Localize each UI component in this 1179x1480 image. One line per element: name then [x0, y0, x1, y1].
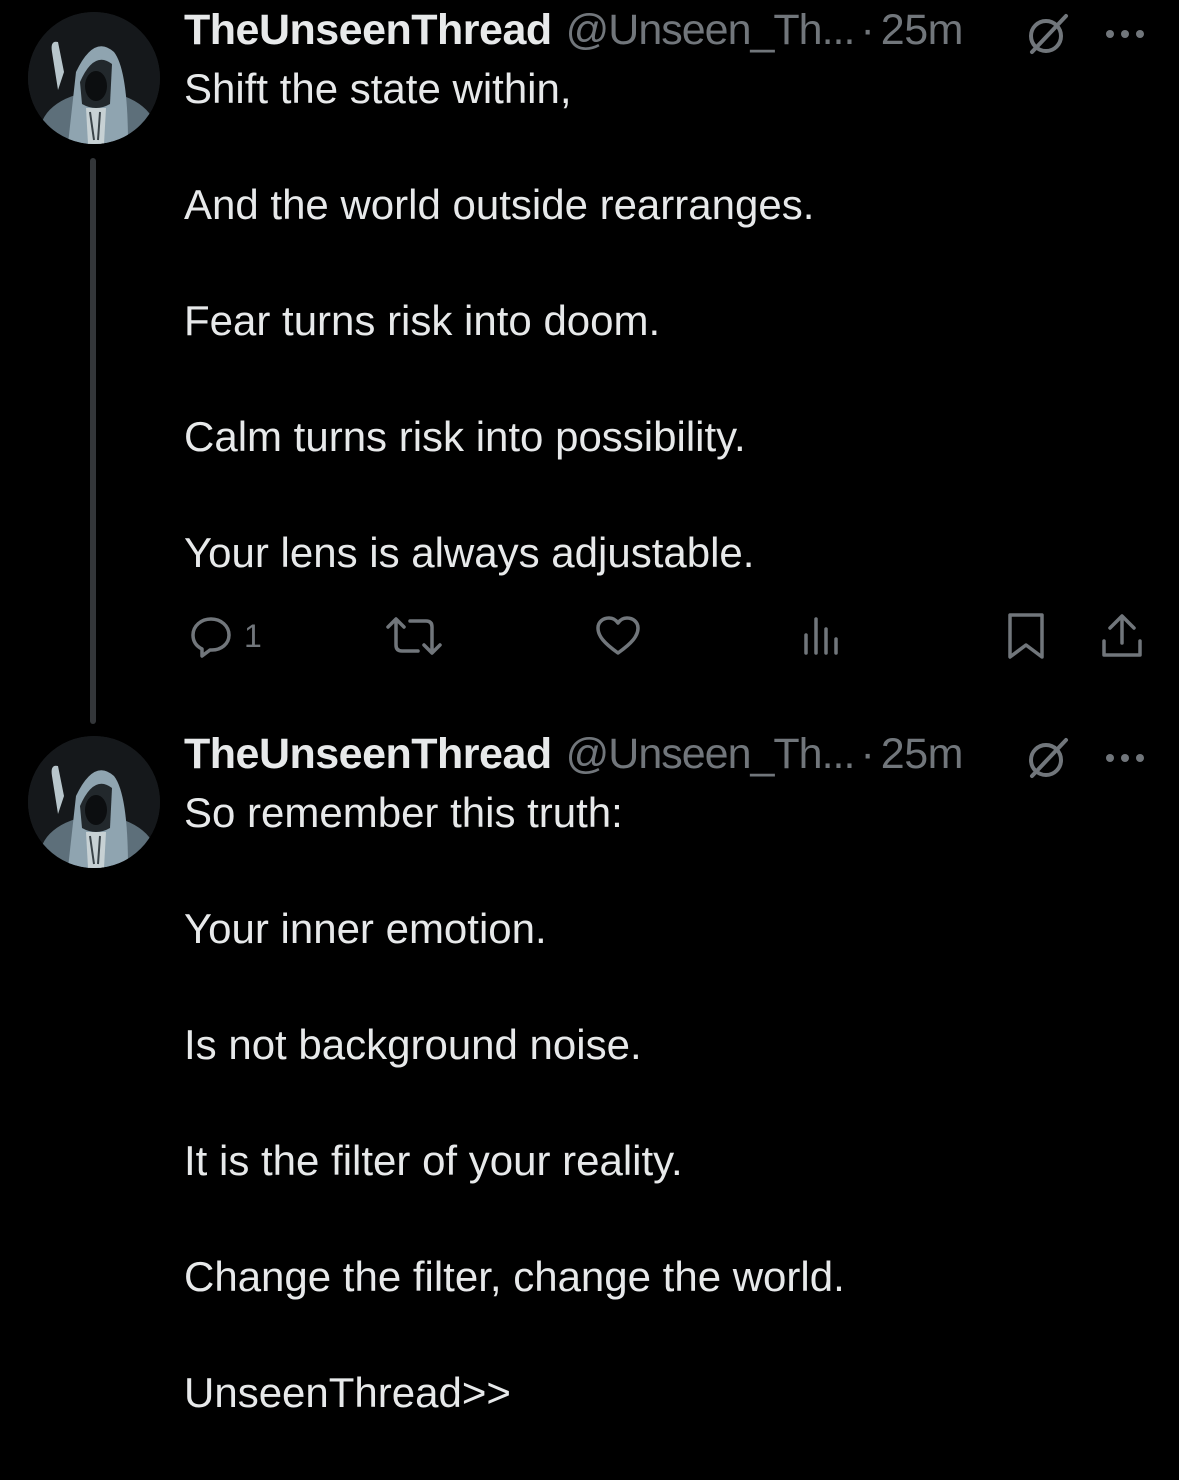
share-icon — [1102, 614, 1142, 657]
avatar[interactable] — [28, 12, 160, 144]
bookmark-button[interactable] — [1004, 606, 1048, 666]
tweet-header: TheUnseenThread @Unseen_Th... · 25m — [184, 0, 963, 60]
hooded-figure-avatar-icon — [28, 12, 160, 144]
tweet-line: Fear turns risk into doom. — [184, 297, 661, 344]
separator-dot: · — [860, 5, 875, 54]
retweet-button[interactable] — [384, 606, 444, 666]
views-button[interactable] — [800, 606, 844, 666]
tweet-text: So remember this truth: Your inner emoti… — [184, 784, 1144, 1480]
bookmark-icon — [1008, 613, 1044, 659]
tweet-line: Calm turns risk into possibility. — [184, 413, 746, 460]
like-button[interactable] — [594, 606, 642, 666]
reply-count: 1 — [244, 617, 262, 654]
tweet-header: TheUnseenThread @Unseen_Th... · 25m — [184, 724, 963, 784]
display-name[interactable]: TheUnseenThread — [184, 730, 552, 779]
timestamp[interactable]: 25m — [881, 730, 964, 779]
separator-dot: · — [860, 729, 875, 778]
share-button[interactable] — [1098, 606, 1146, 666]
more-icon[interactable] — [1102, 14, 1148, 54]
tweet-text: Shift the state within, And the world ou… — [184, 60, 1144, 640]
tweet-2[interactable]: TheUnseenThread @Unseen_Th... · 25m So r… — [0, 724, 1179, 1438]
grok-icon[interactable] — [1024, 10, 1072, 58]
user-handle[interactable]: @Unseen_Th... — [566, 730, 856, 779]
tweet-line: Shift the state within, — [184, 65, 572, 112]
tweet-line: It is the filter of your reality. — [184, 1137, 683, 1184]
more-icon[interactable] — [1102, 738, 1148, 778]
views-icon — [804, 617, 838, 655]
heart-icon — [596, 616, 640, 655]
hooded-figure-avatar-icon — [28, 736, 160, 868]
avatar[interactable] — [28, 736, 160, 868]
user-handle[interactable]: @Unseen_Th... — [566, 6, 856, 55]
tweet-1[interactable]: TheUnseenThread @Unseen_Th... · 25m Shif… — [0, 0, 1179, 724]
reply-icon — [191, 617, 231, 658]
tweet-actions: 1 — [184, 606, 1154, 666]
tweet-line: Your lens is always adjustable. — [184, 529, 755, 576]
reply-button[interactable]: 1 — [188, 606, 262, 666]
thread-connector-line — [90, 158, 96, 724]
tweet-line: And the world outside rearranges. — [184, 181, 815, 228]
grok-icon[interactable] — [1024, 734, 1072, 782]
timestamp[interactable]: 25m — [881, 6, 964, 55]
display-name[interactable]: TheUnseenThread — [184, 6, 552, 55]
tweet-line: UnseenThread>> — [184, 1369, 511, 1416]
tweet-line: Change the filter, change the world. — [184, 1253, 845, 1300]
tweet-line: So remember this truth: — [184, 789, 623, 836]
tweet-line: Is not background noise. — [184, 1021, 642, 1068]
tweet-line: Your inner emotion. — [184, 905, 547, 952]
retweet-icon — [386, 617, 442, 655]
